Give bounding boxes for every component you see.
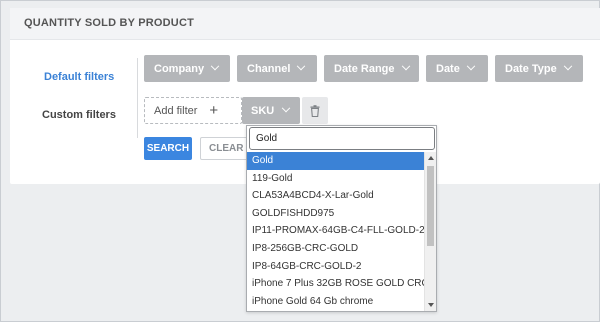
search-button[interactable]: SEARCH	[144, 137, 192, 160]
sku-option[interactable]: iPhone 7 Plus 32GB ROSE GOLD CRC	[247, 275, 424, 293]
trash-icon	[310, 104, 320, 117]
scroll-down-arrow-icon[interactable]	[428, 303, 434, 307]
scroll-up-arrow-icon[interactable]	[428, 156, 434, 160]
add-filter-button[interactable]: Add filter +	[144, 97, 242, 124]
sku-options-list: Gold 119-Gold CLA53A4BCD4-X-Lar-Gold GOL…	[247, 152, 424, 311]
add-filter-label: Add filter	[154, 104, 198, 117]
sku-option[interactable]: IP8-256GB-CRC-GOLD	[247, 240, 424, 258]
filter-channel-dropdown[interactable]: Channel	[237, 55, 317, 82]
filter-company-dropdown[interactable]: Company	[144, 55, 230, 82]
filters-divider	[137, 58, 138, 138]
filter-date-type-label: Date Type	[505, 62, 557, 75]
sku-option[interactable]: 119-Gold	[247, 170, 424, 188]
chevron-down-icon	[281, 103, 291, 112]
sku-option-selected[interactable]: Gold	[247, 152, 424, 170]
report-title: QUANTITY SOLD BY PRODUCT	[24, 17, 195, 29]
default-filters-label: Default filters	[44, 71, 115, 83]
chevron-down-icon	[401, 61, 410, 70]
filter-sku-label: SKU	[251, 104, 275, 117]
sku-search-input[interactable]	[249, 127, 435, 150]
filter-date-range-dropdown[interactable]: Date Range	[324, 55, 419, 82]
sku-option[interactable]: IP8-64GB-CRC-GOLD-2	[247, 258, 424, 276]
sku-dropdown-panel: Gold 119-Gold CLA53A4BCD4-X-Lar-Gold GOL…	[246, 125, 437, 312]
filter-date-label: Date	[436, 62, 460, 75]
sku-option[interactable]: iPhone Gold 64 Gb chrome	[247, 293, 424, 311]
scrollbar-thumb[interactable]	[427, 166, 434, 246]
card-header: QUANTITY SOLD BY PRODUCT	[10, 8, 600, 40]
filter-date-dropdown[interactable]: Date	[426, 55, 488, 82]
filter-company-label: Company	[154, 62, 205, 75]
filter-date-type-dropdown[interactable]: Date Type	[495, 55, 583, 82]
chevron-down-icon	[563, 61, 573, 70]
chevron-down-icon	[297, 61, 306, 70]
filter-channel-label: Channel	[247, 62, 291, 75]
chevron-down-icon	[210, 61, 220, 70]
plus-icon: +	[209, 102, 219, 119]
sku-option[interactable]: CLA53A4BCD4-X-Lar-Gold	[247, 187, 424, 205]
filter-date-range-label: Date Range	[334, 62, 395, 75]
custom-filters-label: Custom filters	[42, 109, 116, 121]
sku-option[interactable]: IP11-PROMAX-64GB-C4-FLL-GOLD-2	[247, 222, 424, 240]
sku-options-scrollbar[interactable]	[424, 152, 436, 311]
chevron-down-icon	[466, 61, 476, 70]
remove-sku-filter-button[interactable]	[302, 97, 328, 124]
filter-sku-dropdown[interactable]: SKU	[242, 97, 300, 124]
sku-option[interactable]: GOLDFISHDD975	[247, 205, 424, 223]
